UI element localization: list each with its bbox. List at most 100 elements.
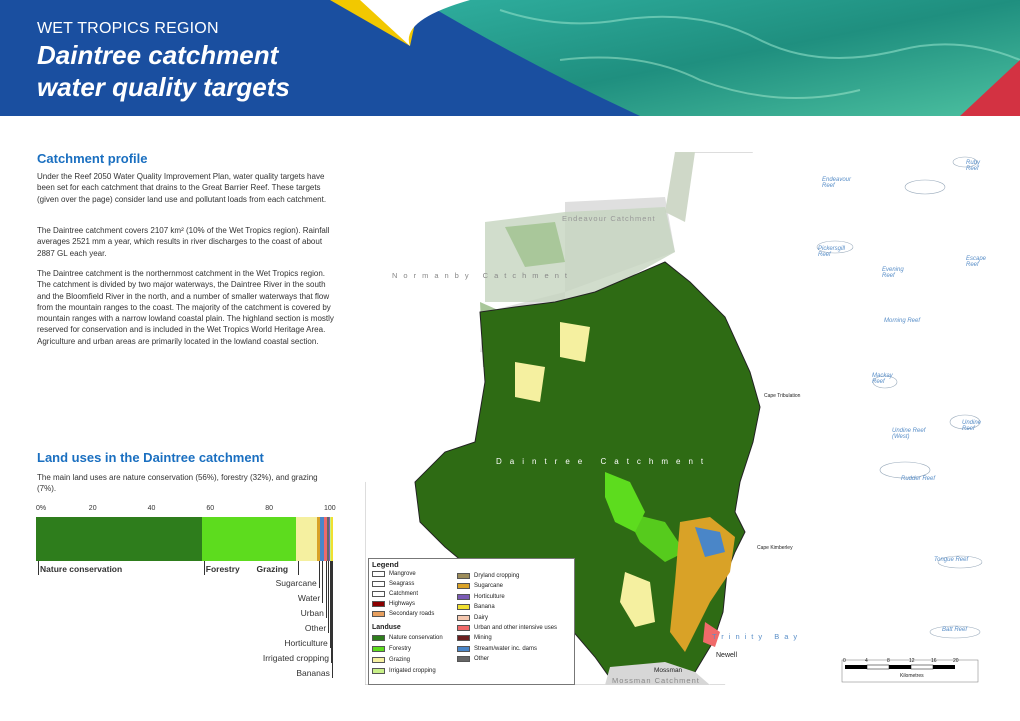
legend-swatch [457, 635, 470, 642]
profile-paragraph-1: Under the Reef 2050 Water Quality Improv… [37, 172, 327, 204]
legend-swatch [457, 614, 470, 621]
axis-tick-label: 20 [88, 505, 97, 512]
legend-swatch [457, 573, 470, 579]
legend-label: Urban and other intensive uses [474, 625, 558, 631]
map-place-mossman: Mossman [654, 667, 683, 674]
map-label-trinity-bay: Trinity Bay [712, 632, 803, 641]
legend-item: Other [457, 656, 490, 663]
label-leader-line [318, 561, 320, 588]
region-label: WET TROPICS REGION [37, 20, 219, 37]
bar-segment-forestry [201, 517, 297, 561]
legend-landuse-title: Landuse [372, 624, 401, 631]
axis-tick-label: 80 [265, 505, 273, 512]
legend-swatch [457, 593, 470, 600]
page-title-line1: Daintree catchment [37, 40, 279, 70]
legend-swatch [372, 591, 385, 597]
land-uses-heading: Land uses in the Daintree catchment [37, 450, 264, 465]
legend-swatch [457, 625, 470, 631]
legend-label: Grazing [389, 657, 411, 663]
legend-item: Seagrass [372, 581, 414, 587]
legend-swatch [372, 601, 385, 607]
reef-label-ruby: Ruby Reef [966, 160, 981, 172]
map-label-normanby: Normanby Catchment [392, 271, 573, 280]
legend-label: Other [474, 656, 490, 663]
legend-item: Horticulture [457, 593, 505, 600]
label-irrigated-cropping: Irrigated cropping [262, 653, 329, 663]
legend-item: Nature conservation [372, 635, 443, 641]
legend-item: Catchment [372, 591, 418, 597]
legend-label: Dairy [474, 614, 489, 621]
label-forestry: Forestry [205, 564, 240, 574]
land-use-stacked-bar [36, 517, 333, 561]
scale-tick-label: 16 [931, 658, 937, 664]
map-place-cape-kimberley: Cape Kimberley [757, 545, 793, 551]
legend-label: Mangrove [389, 571, 416, 577]
map-place-cape-tribulation: Cape Tribulation [764, 393, 801, 399]
reef-label-endeavour: Endeavour Reef [822, 177, 852, 189]
legend-item: Urban and other intensive uses [457, 625, 557, 631]
legend-label: Irrigated cropping [389, 668, 436, 674]
axis-tick-label: 40 [147, 505, 156, 512]
reef-label-escape: Escape Reef [966, 256, 987, 268]
reef-label-evening: Evening Reef [882, 267, 904, 279]
legend-label: Secondary roads [389, 611, 435, 617]
legend-item: Dairy [457, 614, 489, 621]
legend-item: Stream/water inc. dams [457, 645, 537, 652]
legend-item: Secondary roads [372, 611, 434, 617]
label-nature-conservation: Nature conservation [40, 564, 123, 574]
legend-item: Highways [372, 601, 415, 607]
scale-tick-label: 12 [909, 658, 915, 664]
legend-item: Forestry [372, 646, 411, 652]
legend-label: Horticulture [474, 593, 505, 600]
label-urban: Urban [300, 608, 324, 618]
reef-label-batt: Batt Reef [942, 627, 968, 633]
map-label-daintree: Daintree Catchment [496, 457, 712, 466]
legend-label: Highways [389, 601, 416, 607]
reef-label-undine-west: Undine Reef (West) [892, 428, 926, 440]
legend-title: Legend [372, 560, 399, 569]
legend-label: Mining [474, 635, 492, 642]
axis-tick-label: 60 [206, 505, 215, 512]
reef-label-mackay: Mackay Reef [872, 373, 893, 385]
bar-segment-bananas [331, 517, 333, 561]
legend-swatch [457, 604, 470, 611]
legend-swatch [372, 571, 385, 577]
legend-swatch [372, 668, 385, 674]
legend-item: Banana [457, 604, 495, 611]
reef-label-tongue: Tongue Reef [934, 557, 969, 563]
legend-label: Sugarcane [474, 583, 504, 590]
legend-swatch [372, 657, 385, 663]
legend-swatch [372, 646, 385, 652]
reef-label-undine: Undine Reef [962, 420, 982, 432]
map-legend: Legend Mangrove Seagrass Catchment Highways… [368, 558, 575, 685]
scale-tick-label: 20 [953, 658, 959, 664]
legend-swatch [372, 611, 385, 617]
label-horticulture: Horticulture [284, 638, 328, 648]
land-uses-text: The main land uses are nature conservati… [37, 473, 318, 494]
map-place-newell: Newell [716, 652, 738, 659]
scale-tick-label: 4 [865, 658, 868, 664]
legend-label: Seagrass [389, 581, 415, 587]
legend-swatch [372, 635, 385, 641]
legend-swatch [457, 583, 470, 590]
legend-label: Catchment [389, 591, 419, 597]
scale-tick-label: 0 [843, 658, 846, 664]
catchment-profile-heading: Catchment profile [37, 151, 148, 166]
scale-unit: Kilometres [900, 673, 924, 679]
map-label-mossman: Mossman Catchment [612, 676, 700, 685]
label-leader-line [331, 561, 333, 678]
label-water: Water [297, 593, 321, 603]
legend-item: Dryland cropping [457, 573, 519, 579]
legend-label: Dryland cropping [474, 573, 520, 579]
reef-label-morning: Morning Reef [884, 318, 921, 324]
legend-swatch [372, 581, 385, 587]
label-leader-line [298, 561, 300, 575]
page-title-line2: water quality targets [37, 72, 290, 102]
legend-swatch [457, 656, 470, 663]
bar-segment-nature-conservation [36, 517, 202, 561]
axis-tick-label: 100 [324, 505, 336, 512]
scale-tick-label: 8 [887, 658, 890, 664]
legend-item: Mining [457, 635, 492, 642]
legend-label: Forestry [389, 646, 412, 652]
label-leader-line [38, 561, 39, 575]
